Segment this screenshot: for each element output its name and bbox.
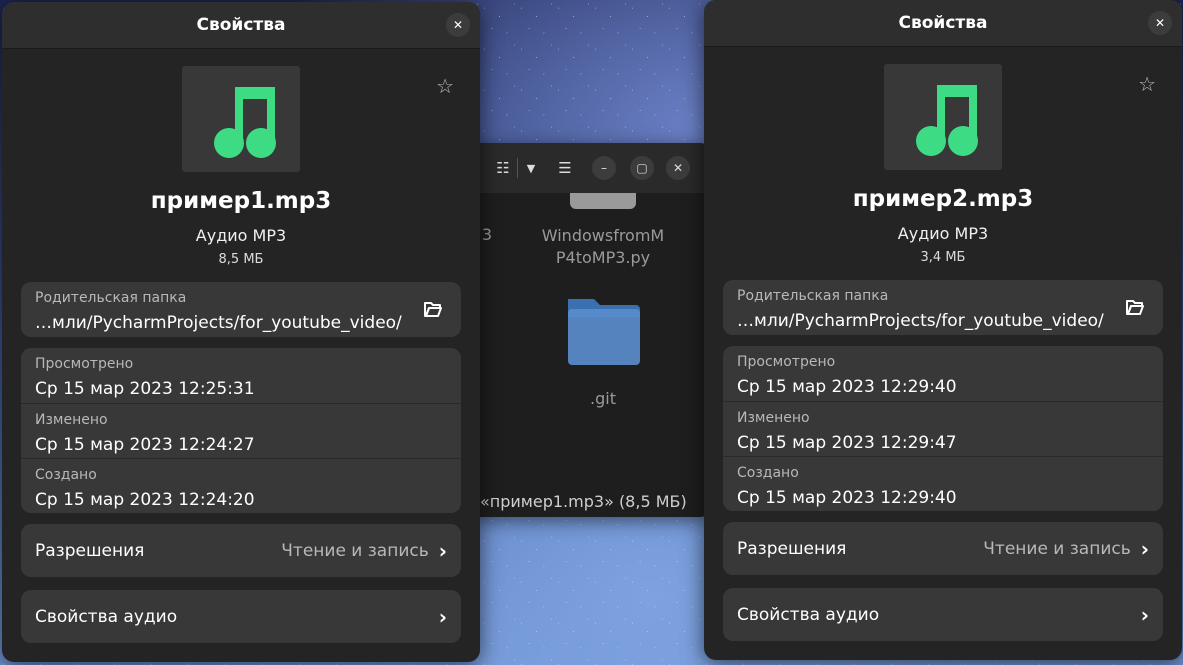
created-value: Ср 15 мар 2023 12:24:20 <box>35 490 255 510</box>
file-manager-headerbar: ☷ ▼ ☰ – ▢ ✕ <box>470 143 710 193</box>
menu-icon[interactable]: ☰ <box>552 155 578 181</box>
folder-icon[interactable] <box>564 293 642 371</box>
modified-row: Изменено Ср 15 мар 2023 12:29:47 <box>723 401 1163 456</box>
viewed-value: Ср 15 мар 2023 12:25:31 <box>35 379 255 399</box>
file-type: Аудио MP3 <box>195 226 287 245</box>
close-icon[interactable]: ✕ <box>1148 11 1172 35</box>
audio-properties-row[interactable]: Свойства аудио › <box>723 588 1163 641</box>
dialog-titlebar: Свойства ✕ <box>2 2 480 49</box>
file-size: 8,5 МБ <box>218 252 264 267</box>
created-label: Создано <box>737 465 799 481</box>
permissions-label: Разрешения <box>35 540 145 561</box>
permissions-value: Чтение и запись <box>983 538 1131 559</box>
parent-folder-row[interactable]: Родительская папка …мли/PycharmProjects/… <box>723 280 1163 335</box>
file-label-line-1: WindowsfromM <box>541 226 665 245</box>
chevron-right-icon: › <box>1140 536 1149 561</box>
dialog-title: Свойства <box>898 13 988 33</box>
python-file-icon[interactable] <box>570 193 636 209</box>
created-row: Создано Ср 15 мар 2023 12:29:40 <box>723 456 1163 511</box>
modified-label: Изменено <box>35 412 108 428</box>
chevron-right-icon: › <box>438 538 447 563</box>
created-value: Ср 15 мар 2023 12:29:40 <box>737 488 957 508</box>
dialog-title: Свойства <box>196 15 286 35</box>
music-note-icon <box>916 85 978 156</box>
parent-folder-label: Родительская папка <box>35 290 187 306</box>
parent-folder-value: …мли/PycharmProjects/for_youtube_video/ <box>737 311 1104 331</box>
permissions-row[interactable]: Разрешения Чтение и запись › <box>723 522 1163 575</box>
viewed-value: Ср 15 мар 2023 12:29:40 <box>737 377 957 397</box>
permissions-value: Чтение и запись <box>281 540 429 561</box>
file-manager-window: ☷ ▼ ☰ – ▢ ✕ 3 WindowsfromM P4toMP3.py .g… <box>470 143 710 517</box>
audio-properties-label: Свойства аудио <box>35 606 178 627</box>
minimize-icon[interactable]: – <box>592 156 616 180</box>
file-size: 3,4 МБ <box>920 250 966 265</box>
list-view-icon[interactable]: ☷ <box>490 155 516 181</box>
close-window-icon[interactable]: ✕ <box>666 156 690 180</box>
created-row: Создано Ср 15 мар 2023 12:24:20 <box>21 458 461 513</box>
permissions-row[interactable]: Разрешения Чтение и запись › <box>21 524 461 577</box>
parent-folder-card[interactable]: Родительская папка …мли/PycharmProjects/… <box>21 282 461 337</box>
star-icon[interactable]: ☆ <box>1138 72 1156 96</box>
parent-folder-label: Родительская папка <box>737 288 889 304</box>
file-thumbnail <box>182 66 300 172</box>
audio-properties-row[interactable]: Свойства аудио › <box>21 590 461 643</box>
file-label-py[interactable]: WindowsfromM P4toMP3.py <box>528 225 678 269</box>
parent-folder-row[interactable]: Родительская папка …мли/PycharmProjects/… <box>21 282 461 337</box>
view-options-chevron-icon[interactable]: ▼ <box>518 155 544 181</box>
permissions-label: Разрешения <box>737 538 847 559</box>
folder-open-icon[interactable] <box>1125 297 1145 317</box>
modified-label: Изменено <box>737 410 810 426</box>
music-note-icon <box>214 87 276 158</box>
modified-value: Ср 15 мар 2023 12:24:27 <box>35 435 255 455</box>
parent-folder-card[interactable]: Родительская папка …мли/PycharmProjects/… <box>723 280 1163 335</box>
viewed-row: Просмотрено Ср 15 мар 2023 12:25:31 <box>21 348 461 403</box>
folder-open-icon[interactable] <box>423 299 443 319</box>
file-label-line-2: P4toMP3.py <box>555 248 651 267</box>
dialog-titlebar: Свойства ✕ <box>704 0 1182 47</box>
created-label: Создано <box>35 467 97 483</box>
audio-properties-label: Свойства аудио <box>737 604 880 625</box>
viewed-label: Просмотрено <box>35 356 134 372</box>
folder-label-git[interactable]: .git <box>563 389 643 408</box>
maximize-icon[interactable]: ▢ <box>630 156 654 180</box>
file-type: Аудио MP3 <box>897 224 989 243</box>
parent-folder-value: …мли/PycharmProjects/for_youtube_video/ <box>35 313 402 333</box>
file-thumbnail <box>884 64 1002 170</box>
file-name: пример2.mp3 <box>852 186 1034 212</box>
close-icon[interactable]: ✕ <box>446 13 470 37</box>
viewed-row: Просмотрено Ср 15 мар 2023 12:29:40 <box>723 346 1163 401</box>
file-manager-status: «пример1.mp3» (8,5 МБ) <box>470 487 710 517</box>
dates-card: Просмотрено Ср 15 мар 2023 12:25:31 Изме… <box>21 348 461 513</box>
chevron-right-icon: › <box>438 604 447 629</box>
chevron-right-icon: › <box>1140 602 1149 627</box>
modified-row: Изменено Ср 15 мар 2023 12:24:27 <box>21 403 461 458</box>
viewed-label: Просмотрено <box>737 354 836 370</box>
modified-value: Ср 15 мар 2023 12:29:47 <box>737 433 957 453</box>
properties-dialog-1: Свойства ✕ ☆ пример1.mp3 Аудио MP3 8,5 М… <box>2 2 480 662</box>
dates-card: Просмотрено Ср 15 мар 2023 12:29:40 Изме… <box>723 346 1163 511</box>
file-name: пример1.mp3 <box>150 188 332 214</box>
properties-dialog-2: Свойства ✕ ☆ пример2.mp3 Аудио MP3 3,4 М… <box>704 0 1182 660</box>
star-icon[interactable]: ☆ <box>436 74 454 98</box>
